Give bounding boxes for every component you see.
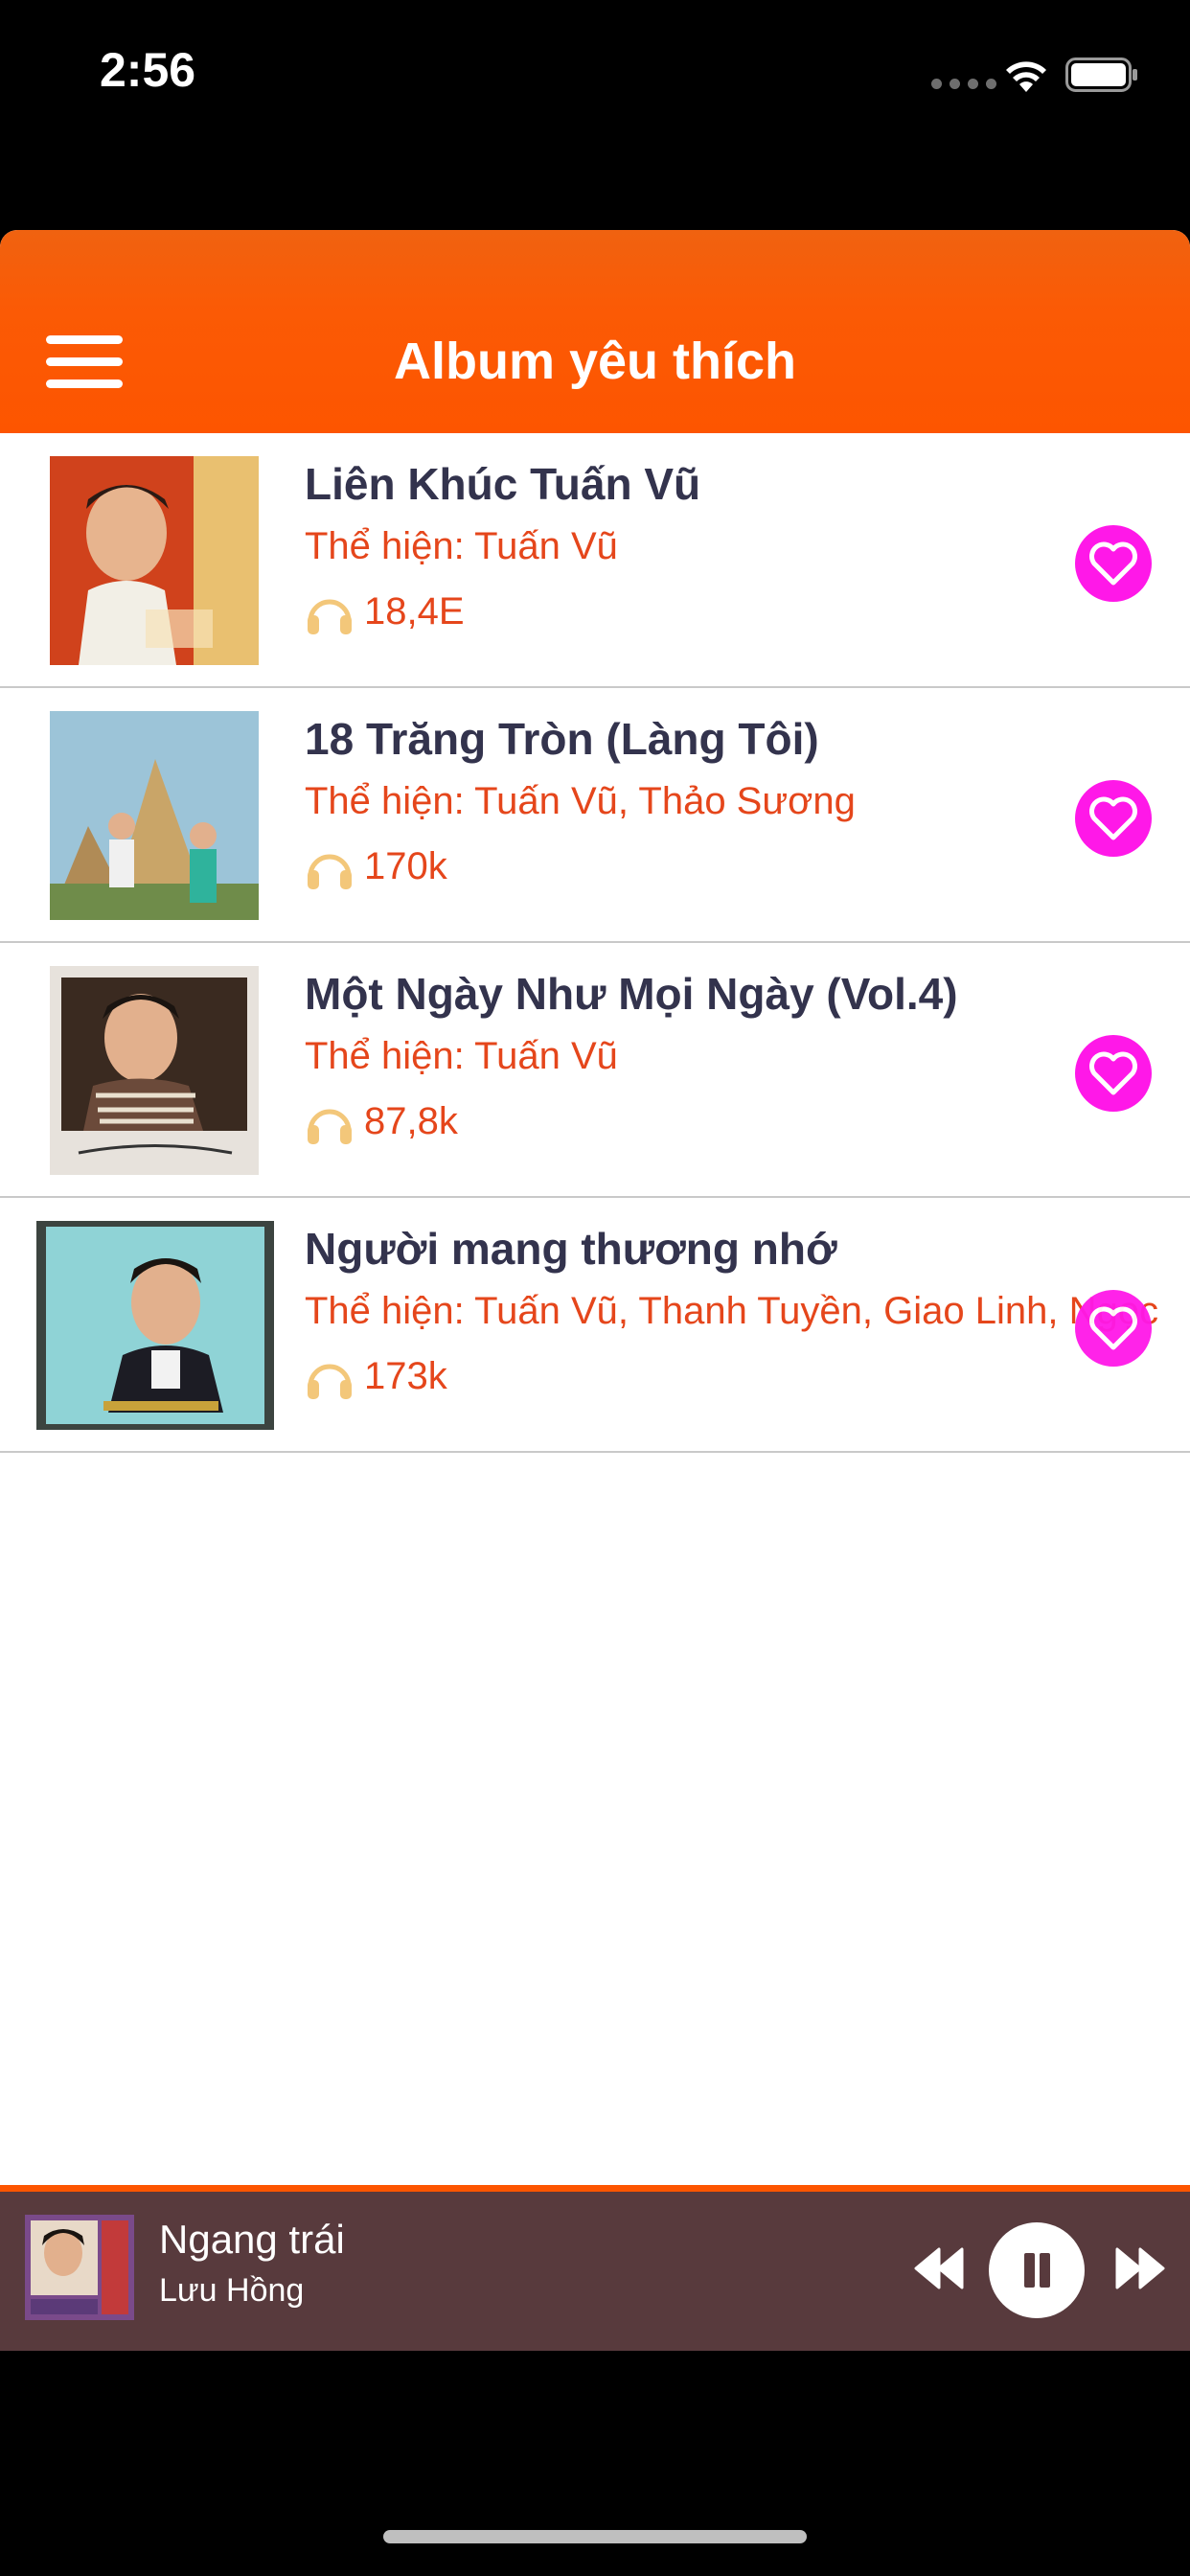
app-screen: Album yêu thích Liên Khúc Tuấn Vũ Thể hi… xyxy=(0,230,1190,2344)
favorite-button[interactable] xyxy=(1075,525,1152,602)
previous-icon[interactable] xyxy=(912,2245,966,2291)
favorite-button[interactable] xyxy=(1075,1290,1152,1367)
album-row[interactable]: 18 Trăng Tròn (Làng Tôi) Thể hiện: Tuấn … xyxy=(0,688,1190,943)
status-time: 2:56 xyxy=(100,43,196,97)
heart-icon xyxy=(1089,1051,1137,1095)
headphone-icon xyxy=(308,854,352,889)
pause-button[interactable] xyxy=(989,2222,1085,2318)
next-icon[interactable] xyxy=(1113,2245,1167,2291)
album-row[interactable]: Một Ngày Như Mọi Ngày (Vol.4) Thể hiện: … xyxy=(0,943,1190,1198)
album-artist: Thể hiện: Tuấn Vũ, Thảo Sương xyxy=(305,780,856,822)
play-count-value: 18,4E xyxy=(364,590,465,632)
header-bar: Album yêu thích xyxy=(0,230,1190,433)
heart-icon xyxy=(1089,541,1137,586)
favorite-button[interactable] xyxy=(1075,780,1152,857)
play-count-value: 170k xyxy=(364,845,447,887)
album-artist: Thể hiện: Tuấn Vũ xyxy=(305,1035,618,1077)
mini-player[interactable]: Ngang trái Lưu Hồng xyxy=(0,2185,1190,2351)
album-list: Liên Khúc Tuấn Vũ Thể hiện: Tuấn Vũ 18,4… xyxy=(0,433,1190,1453)
cellular-signal-icon xyxy=(931,77,1004,94)
page-title: Album yêu thích xyxy=(393,333,797,390)
play-count-value: 87,8k xyxy=(364,1100,458,1142)
album-cover xyxy=(50,711,259,920)
pause-icon xyxy=(1024,2253,1035,2288)
play-count-value: 173k xyxy=(364,1355,447,1397)
pause-icon xyxy=(1040,2253,1050,2288)
album-cover xyxy=(50,966,259,1175)
album-cover xyxy=(50,456,259,665)
album-title: Người mang thương nhớ xyxy=(305,1224,837,1274)
home-indicator[interactable] xyxy=(383,2530,807,2543)
headphone-icon xyxy=(308,1364,352,1399)
album-title: Liên Khúc Tuấn Vũ xyxy=(305,459,701,509)
wifi-icon xyxy=(1006,61,1046,92)
status-bar: 2:56 xyxy=(0,0,1190,144)
battery-icon xyxy=(1065,58,1137,92)
album-artist: Thể hiện: Tuấn Vũ xyxy=(305,525,618,567)
headphone-icon xyxy=(308,599,352,634)
now-playing-title: Ngang trái xyxy=(159,2217,345,2262)
favorite-button[interactable] xyxy=(1075,1035,1152,1112)
heart-icon xyxy=(1089,796,1137,840)
album-title: 18 Trăng Tròn (Làng Tôi) xyxy=(305,714,819,764)
album-row[interactable]: Liên Khúc Tuấn Vũ Thể hiện: Tuấn Vũ 18,4… xyxy=(0,433,1190,688)
now-playing-cover xyxy=(25,2215,134,2320)
now-playing-artist: Lưu Hồng xyxy=(159,2272,305,2309)
album-artist: Thể hiện: Tuấn Vũ, Thanh Tuyền, Giao Lin… xyxy=(305,1290,1158,1332)
album-row[interactable]: Người mang thương nhớ Thể hiện: Tuấn Vũ,… xyxy=(0,1198,1190,1453)
album-title: Một Ngày Như Mọi Ngày (Vol.4) xyxy=(305,969,958,1019)
album-cover xyxy=(36,1221,274,1430)
heart-icon xyxy=(1089,1306,1137,1350)
headphone-icon xyxy=(308,1109,352,1144)
